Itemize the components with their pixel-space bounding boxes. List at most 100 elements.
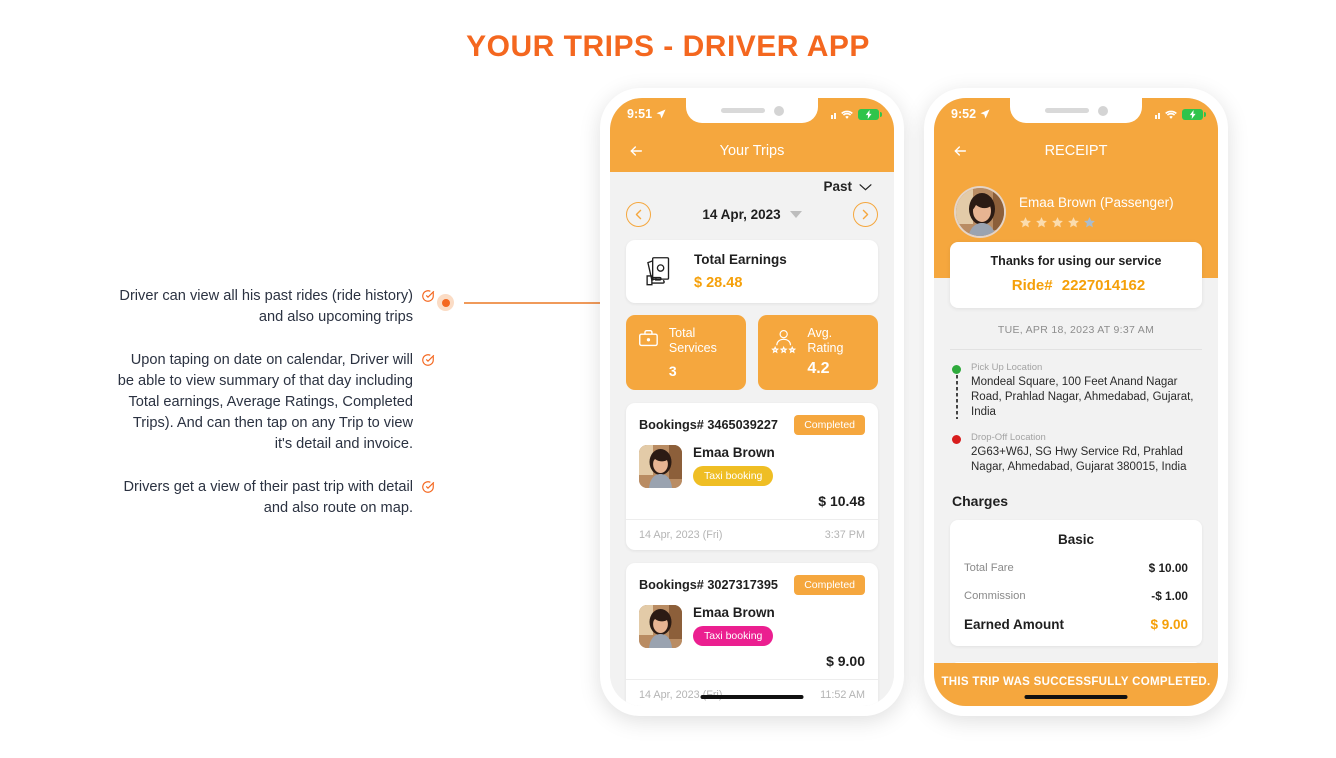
check-circle-icon [422, 354, 435, 366]
phone2-body: 9:52 RECEIPT Emaa Brown (Passenger) Than… [934, 98, 1218, 706]
thanks-message: Thanks for using our service [990, 254, 1162, 268]
booking-id: Bookings# 3465039227 [639, 418, 778, 432]
wifi-icon [841, 110, 853, 119]
pickup-address: Mondeal Square, 100 Feet Anand Nagar Roa… [971, 376, 1194, 418]
charge-label: Total Fare [964, 562, 1014, 574]
pickup-dot-icon [952, 365, 961, 374]
earned-amount-label: Earned Amount [964, 617, 1065, 632]
booking-time: 11:52 AM [820, 689, 865, 701]
connector-dot [437, 294, 454, 311]
selected-date[interactable]: 14 Apr, 2023 [702, 207, 802, 222]
charge-label: Commission [964, 590, 1026, 602]
booking-top: Bookings# 3465039227 Completed Emaa Brow… [626, 403, 878, 519]
total-services-texts: Total Services 3 [669, 326, 734, 379]
star-icon-empty [1084, 217, 1095, 228]
status-badge: Completed [794, 575, 865, 595]
briefcase-icon [639, 329, 658, 347]
booking-card[interactable]: Bookings# 3465039227 Completed Emaa Brow… [626, 403, 878, 550]
pickup-location: Pick Up Location Mondeal Square, 100 Fee… [952, 362, 1200, 420]
star-icon-filled [1052, 217, 1063, 228]
booking-date: 14 Apr, 2023 (Fri) [639, 529, 723, 541]
locations-block: Pick Up Location Mondeal Square, 100 Fee… [934, 350, 1218, 475]
speaker-grille [720, 108, 765, 113]
status-time: 9:51 [627, 107, 653, 121]
dropoff-location: Drop-Off Location 2G63+W6J, SG Hwy Servi… [952, 432, 1200, 475]
charges-section-title: Charges [952, 493, 1009, 509]
charge-value: $ 10.00 [1148, 561, 1188, 575]
dropoff-texts: Drop-Off Location 2G63+W6J, SG Hwy Servi… [971, 432, 1200, 475]
charges-card: Basic Total Fare $ 10.00 Commission -$ 1… [950, 520, 1202, 646]
booking-info: Emaa Brown Taxi booking $ 10.48 [693, 445, 865, 509]
phone2-title: RECEIPT [1044, 143, 1108, 159]
phone1-title: Your Trips [719, 143, 785, 159]
back-arrow-icon[interactable] [950, 143, 970, 159]
avg-rating-card[interactable]: Avg. Rating 4.2 [758, 315, 878, 390]
earnings-texts: Total Earnings $ 28.48 [694, 252, 787, 291]
avg-rating-texts: Avg. Rating 4.2 [807, 326, 866, 378]
booking-fare: $ 10.48 [818, 493, 865, 509]
next-date-button[interactable] [853, 202, 878, 227]
phone2-screen: 9:52 RECEIPT Emaa Brown (Passenger) Than… [934, 98, 1218, 706]
annotation-item: Drivers get a view of their past trip wi… [60, 477, 435, 519]
star-icon-filled [1020, 217, 1031, 228]
ride-label: Ride# [1011, 277, 1053, 294]
avatar [639, 445, 682, 488]
star-icon-filled [1036, 217, 1047, 228]
booking-fare: $ 9.00 [826, 653, 865, 669]
status-left: 9:52 [951, 107, 991, 121]
total-services-card[interactable]: Total Services 3 [626, 315, 746, 390]
signal-icon [1154, 110, 1160, 119]
status-right [830, 108, 882, 120]
prev-date-button[interactable] [626, 202, 651, 227]
status-left: 9:51 [627, 107, 667, 121]
location-arrow-icon [980, 109, 990, 119]
annotation-item: Upon taping on date on calendar, Driver … [60, 350, 435, 455]
battery-charging-icon [1182, 108, 1206, 120]
chevron-down-icon [859, 183, 872, 191]
booking-id: Bookings# 3027317395 [639, 578, 778, 592]
chevron-right-icon [862, 209, 869, 220]
avatar [639, 605, 682, 648]
pickup-label: Pick Up Location [971, 362, 1043, 373]
booking-card[interactable]: Bookings# 3027317395 Completed Emaa Brow… [626, 563, 878, 706]
booking-top: Bookings# 3027317395 Completed Emaa Brow… [626, 563, 878, 679]
charge-value: -$ 1.00 [1151, 589, 1188, 603]
user-rating-icon [771, 329, 797, 354]
status-right [1154, 108, 1206, 120]
signal-icon [830, 110, 836, 119]
pickup-texts: Pick Up Location Mondeal Square, 100 Fee… [971, 362, 1200, 420]
rating-stars [1019, 216, 1174, 229]
front-camera [773, 105, 784, 116]
past-filter-dropdown[interactable]: Past [823, 179, 872, 194]
booking-type-badge: Taxi booking [693, 466, 774, 486]
stats-row: Total Services 3 Avg. Rating 4.2 [626, 315, 878, 390]
caret-down-icon [789, 211, 802, 218]
home-indicator [1024, 694, 1128, 699]
phone-notch [1010, 98, 1142, 123]
cash-in-hand-icon [646, 256, 670, 285]
booking-time: 3:37 PM [824, 529, 865, 541]
phone1-body: Past 14 Apr, 2023 Total Earnings $ 28.48… [610, 172, 894, 706]
home-indicator [700, 694, 804, 699]
phone-notch [686, 98, 818, 123]
total-earnings-card[interactable]: Total Earnings $ 28.48 [626, 240, 878, 303]
earnings-amount: $ 28.48 [694, 275, 743, 291]
phone1-screen: 9:51 Your Trips Past 14 Apr, 2023 Total … [610, 98, 894, 706]
dropoff-address: 2G63+W6J, SG Hwy Service Rd, Prahlad Nag… [971, 446, 1187, 473]
avatar [954, 186, 1006, 238]
chevron-left-icon [635, 209, 642, 220]
status-time: 9:52 [951, 107, 977, 121]
earned-amount-value: $ 9.00 [1150, 617, 1188, 632]
dropoff-label: Drop-Off Location [971, 432, 1046, 443]
check-circle-icon [422, 290, 435, 302]
charges-plan-name: Basic [1057, 532, 1095, 547]
earnings-label: Total Earnings [694, 252, 787, 267]
annotation-text: Drivers get a view of their past trip wi… [123, 479, 413, 516]
passenger-name: Emaa Brown [693, 605, 775, 620]
battery-charging-icon [858, 108, 882, 120]
selected-date-label: 14 Apr, 2023 [702, 207, 781, 222]
check-circle-icon [422, 481, 435, 493]
thanks-card: Thanks for using our service Ride# 22270… [950, 242, 1202, 308]
location-arrow-icon [656, 109, 666, 119]
back-arrow-icon[interactable] [626, 143, 646, 159]
